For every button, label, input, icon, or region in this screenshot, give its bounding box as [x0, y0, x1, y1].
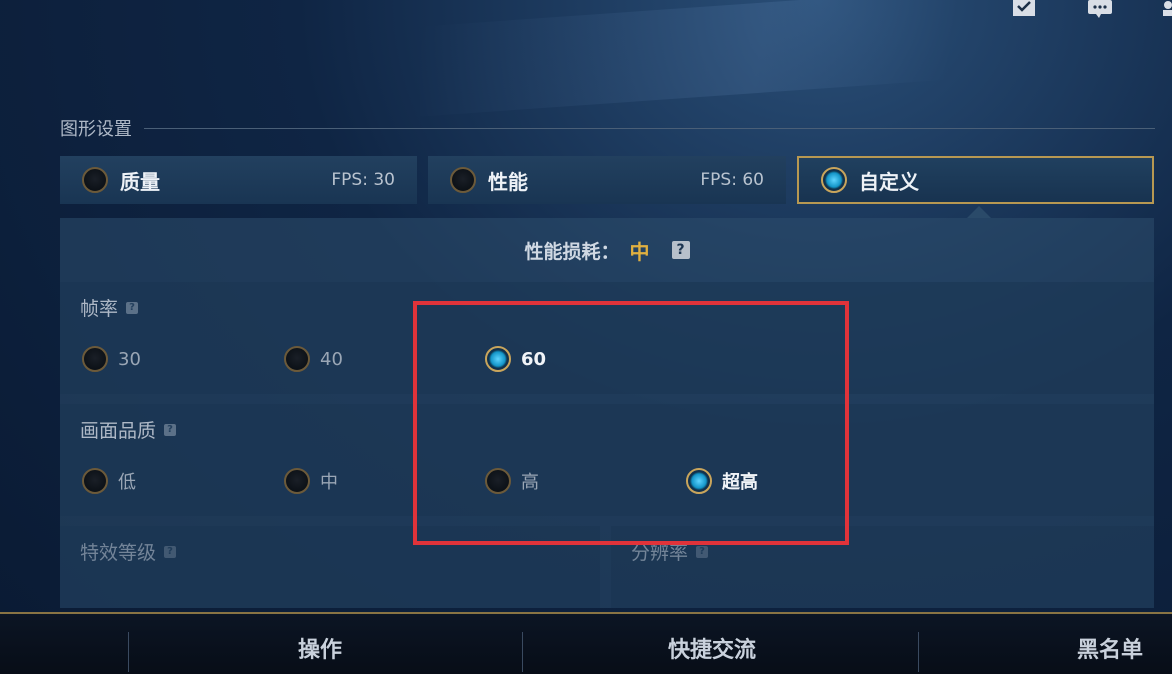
section-title: 图形设置 [60, 119, 132, 140]
background-sweep [420, 0, 1172, 117]
preset-performance-button[interactable]: 性能 FPS: 60 [428, 156, 786, 204]
preset-performance-fps: FPS: 60 [700, 170, 764, 190]
quality-option-label: 低 [118, 472, 136, 493]
performance-cost-row: 性能损耗： 中 ? [60, 218, 1154, 282]
chat-icon[interactable] [1087, 0, 1113, 18]
preset-custom-radio[interactable] [821, 167, 847, 193]
effects-level-help-icon[interactable]: ? [164, 545, 177, 558]
frame-rate-radio-40[interactable] [284, 346, 310, 372]
tab-quick-chat[interactable]: 快捷交流 [668, 632, 756, 664]
resolution-help-icon[interactable]: ? [696, 545, 709, 558]
bottom-tab-bar: 操作 快捷交流 黑名单 [0, 612, 1172, 674]
graphics-quality-help-icon[interactable]: ? [164, 423, 177, 436]
performance-help-icon[interactable]: ? [671, 241, 690, 259]
tab-controls[interactable]: 操作 [298, 632, 342, 664]
graphics-quality-title: 画面品质 ? [80, 416, 177, 443]
tab-divider [522, 632, 523, 672]
preset-quality-button[interactable]: 质量 FPS: 30 [60, 156, 417, 204]
frame-rate-radio-30[interactable] [82, 346, 108, 372]
graphics-quality-title-text: 画面品质 [80, 420, 157, 442]
frame-rate-option-label: 40 [320, 348, 343, 370]
preset-performance-radio[interactable] [450, 167, 476, 193]
quality-option-label: 中 [320, 472, 338, 493]
quality-radio-low[interactable] [82, 468, 108, 494]
preset-custom-label: 自定义 [859, 169, 919, 194]
tab-blacklist[interactable]: 黑名单 [1077, 632, 1143, 664]
frame-rate-title: 帧率 ? [80, 294, 139, 321]
quality-radio-medium[interactable] [284, 468, 310, 494]
effects-level-title-text: 特效等级 [80, 542, 157, 564]
tab-divider [128, 632, 129, 672]
preset-quality-radio[interactable] [82, 167, 108, 193]
tab-divider [918, 632, 919, 672]
preset-custom-button[interactable]: 自定义 [797, 156, 1154, 204]
preset-quality-label: 质量 [120, 169, 160, 194]
frame-rate-title-text: 帧率 [80, 298, 119, 320]
graphics-settings-header: 图形设置 [60, 114, 1155, 142]
performance-cost-label: 性能损耗： [524, 240, 620, 263]
frame-rate-option-40[interactable]: 40 [284, 346, 343, 372]
quality-option-medium[interactable]: 中 [284, 468, 338, 494]
frame-rate-option-label: 30 [118, 348, 141, 370]
frame-rate-option-30[interactable]: 30 [82, 346, 141, 372]
preset-performance-label: 性能 [488, 169, 528, 194]
performance-cost-value: 中 [629, 239, 650, 264]
frame-rate-help-icon[interactable]: ? [126, 301, 139, 314]
section-divider [144, 127, 1155, 129]
preset-quality-fps: FPS: 30 [331, 170, 395, 190]
user-icon[interactable] [1160, 0, 1172, 18]
effects-level-title: 特效等级 ? [80, 538, 177, 565]
quality-option-low[interactable]: 低 [82, 468, 136, 494]
highlight-box [413, 301, 849, 545]
check-icon[interactable] [1011, 0, 1037, 18]
selected-preset-pointer [967, 206, 991, 218]
